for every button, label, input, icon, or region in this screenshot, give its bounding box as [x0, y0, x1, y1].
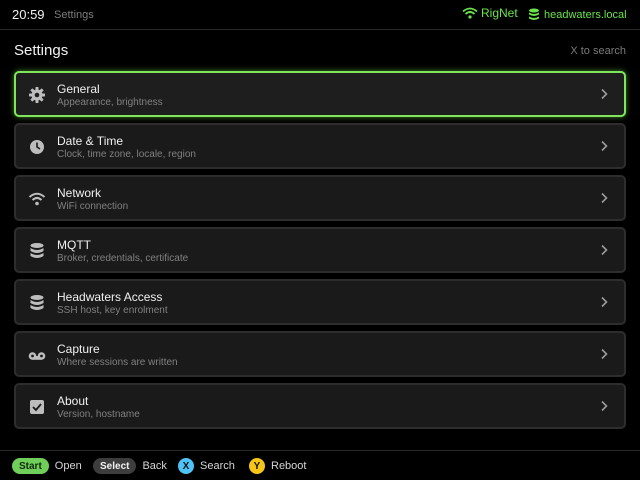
y-button-badge: Y [249, 458, 265, 474]
settings-item-mqtt[interactable]: MQTT Broker, credentials, certificate [14, 227, 626, 273]
hint-select[interactable]: Select Back [93, 458, 167, 474]
hint-label: Search [200, 460, 235, 472]
settings-item-headwaters-access[interactable]: Headwaters Access SSH host, key enrolmen… [14, 279, 626, 325]
hint-start[interactable]: Start Open [12, 458, 82, 474]
hint-x[interactable]: X Search [178, 458, 235, 474]
clock-icon [30, 140, 44, 154]
button-hints-bar: Start Open Select Back X Search Y Reboot [0, 450, 640, 480]
settings-item-title: Date & Time [57, 134, 124, 148]
settings-item-title: About [57, 394, 89, 408]
wifi-icon [462, 7, 478, 19]
settings-item-about[interactable]: About Version, hostname [14, 383, 626, 429]
voicemail-icon [28, 352, 46, 360]
chevron-right-icon [601, 88, 608, 100]
start-button-badge: Start [12, 458, 49, 474]
settings-item-subtitle: Version, hostname [57, 409, 140, 420]
settings-item-subtitle: Broker, credentials, certificate [57, 253, 189, 264]
settings-item-title: Network [57, 186, 102, 200]
settings-list: General Appearance, brightness Date & Ti… [14, 71, 626, 435]
search-hint: X to search [570, 45, 626, 57]
settings-item-subtitle: Where sessions are written [57, 357, 178, 368]
wifi-icon [28, 192, 46, 206]
hint-y[interactable]: Y Reboot [249, 458, 306, 474]
settings-item-capture[interactable]: Capture Where sessions are written [14, 331, 626, 377]
settings-item-network[interactable]: Network WiFi connection [14, 175, 626, 221]
chevron-right-icon [601, 348, 608, 360]
hint-label: Back [142, 460, 167, 472]
settings-item-subtitle: Appearance, brightness [57, 97, 163, 108]
settings-item-subtitle: WiFi connection [57, 201, 129, 212]
database-icon [30, 295, 44, 310]
chevron-right-icon [601, 296, 608, 308]
hint-label: Open [54, 460, 82, 472]
settings-item-date-time[interactable]: Date & Time Clock, time zone, locale, re… [14, 123, 626, 169]
database-icon [30, 243, 44, 258]
settings-item-general[interactable]: General Appearance, brightness [14, 71, 626, 117]
status-time: 20:59 [12, 7, 45, 22]
gear-icon [29, 87, 45, 103]
page-title: Settings [14, 42, 69, 59]
hint-label: Reboot [271, 460, 307, 472]
host-status: headwaters.local [528, 8, 627, 21]
chevron-right-icon [601, 192, 608, 204]
status-bar: 20:59 Settings RigNet headwaters.local [0, 0, 640, 30]
chevron-right-icon [601, 140, 608, 152]
network-name: RigNet [481, 6, 518, 20]
settings-item-title: Headwaters Access [57, 290, 163, 304]
host-name: headwaters.local [544, 8, 627, 21]
database-icon [529, 8, 539, 20]
chevron-right-icon [601, 244, 608, 256]
status-breadcrumb: Settings [54, 9, 94, 21]
chevron-right-icon [601, 400, 608, 412]
settings-item-title: General [57, 82, 100, 96]
settings-item-title: MQTT [57, 238, 91, 252]
settings-item-title: Capture [57, 342, 100, 356]
network-status: RigNet [462, 6, 518, 20]
settings-item-subtitle: SSH host, key enrolment [57, 305, 168, 316]
settings-item-subtitle: Clock, time zone, locale, region [57, 149, 196, 160]
checkbox-icon [30, 400, 44, 414]
select-button-badge: Select [93, 458, 137, 474]
x-button-badge: X [178, 458, 194, 474]
